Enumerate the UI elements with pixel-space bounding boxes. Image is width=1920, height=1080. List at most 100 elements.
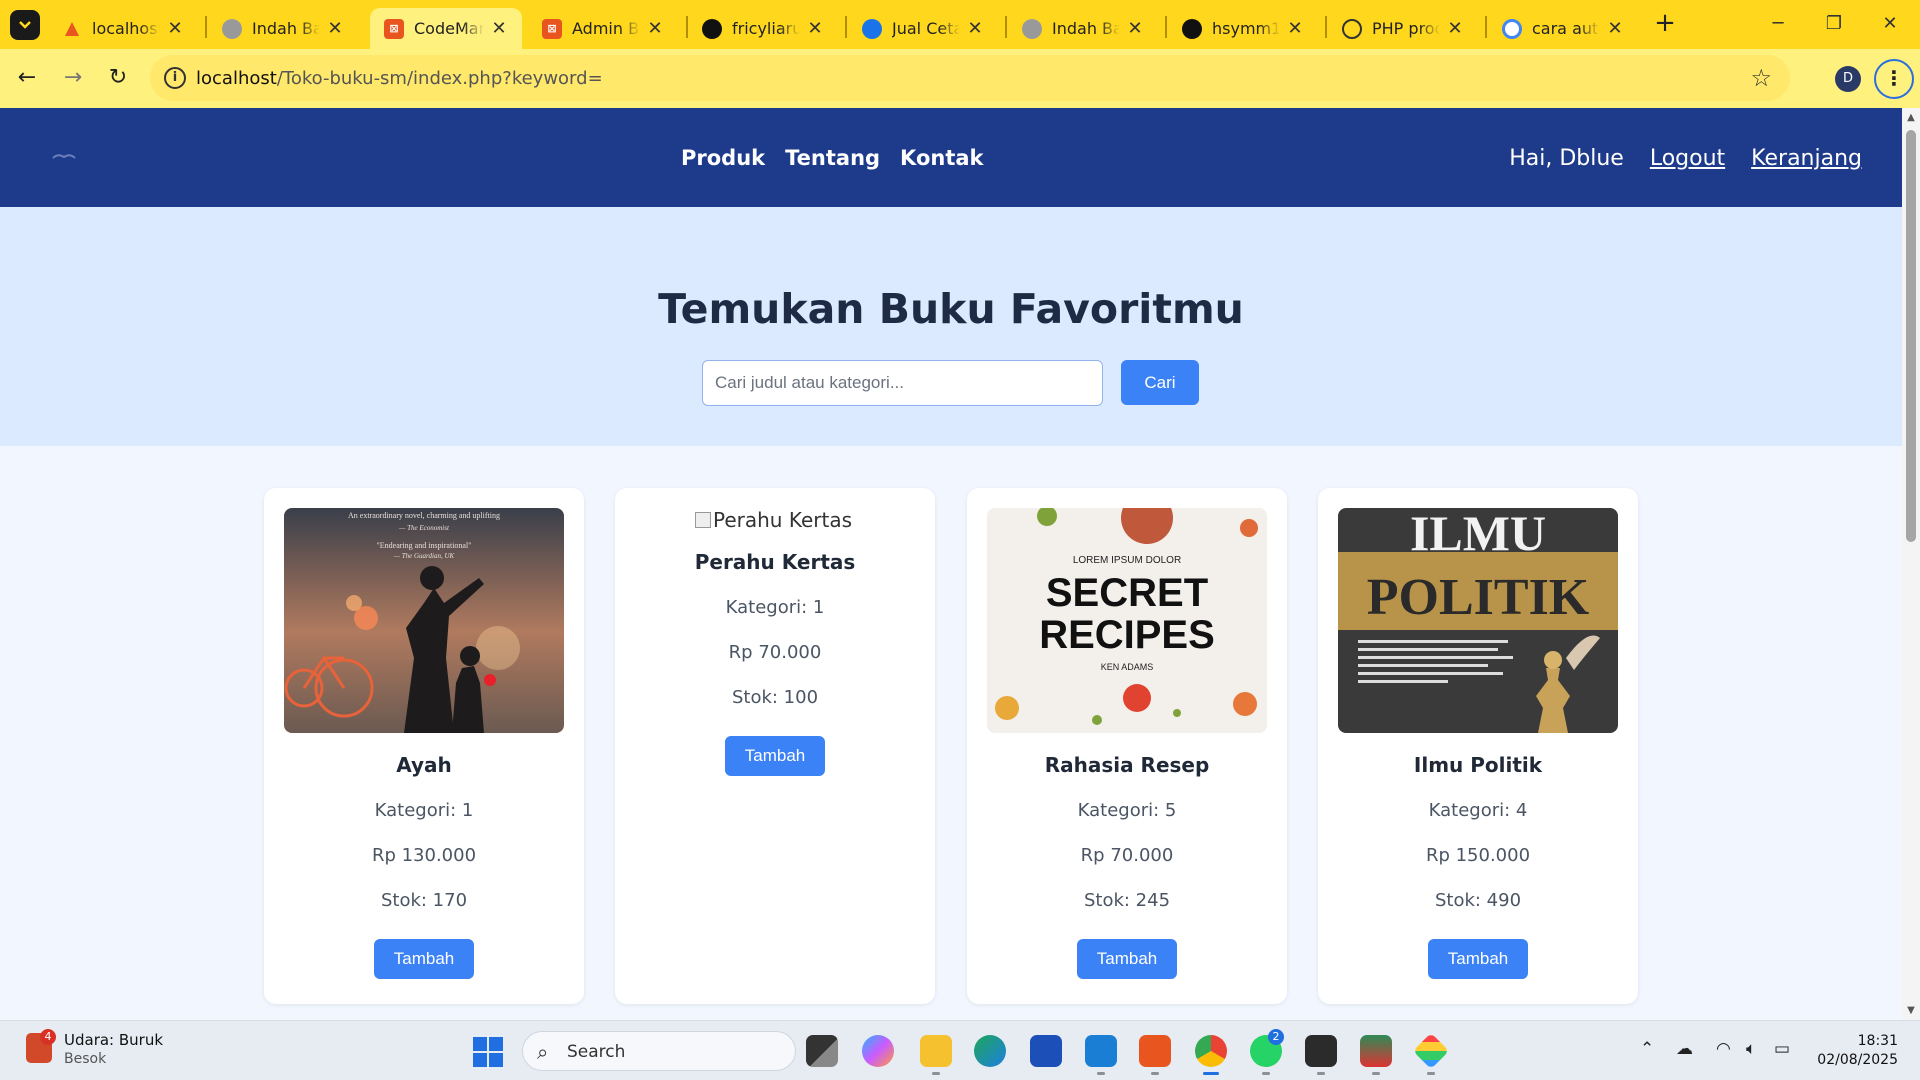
add-to-cart-button[interactable]: Tambah <box>374 939 474 979</box>
close-window-button[interactable]: ✕ <box>1862 8 1918 40</box>
close-icon[interactable]: ✕ <box>1606 18 1624 39</box>
address-bar[interactable]: i localhost/Toko-buku-sm/index.php?keywo… <box>150 55 1790 101</box>
close-icon[interactable]: ✕ <box>646 18 664 39</box>
broken-image-icon <box>695 512 711 528</box>
terminal-icon[interactable] <box>1305 1035 1337 1067</box>
wifi-icon[interactable]: ◠ <box>1716 1039 1731 1059</box>
tab-github-hsymm10[interactable]: hsymm10/ ✕ <box>1168 8 1318 49</box>
edge-icon[interactable] <box>974 1035 1006 1067</box>
cover-text-author: KEN ADAMS <box>1101 662 1154 672</box>
close-icon[interactable]: ✕ <box>1286 18 1304 39</box>
cover-text-line1: ILMU <box>1410 508 1546 561</box>
nav-link-kontak[interactable]: Kontak <box>900 146 983 170</box>
reload-icon[interactable]: ↻ <box>103 63 133 93</box>
product-title[interactable]: Ilmu Politik <box>1318 753 1638 777</box>
app-active-indicator <box>1203 1072 1219 1075</box>
add-to-cart-button[interactable]: Tambah <box>725 736 825 776</box>
new-tab-button[interactable]: + <box>1650 8 1680 38</box>
site-navbar: Produk Tentang Kontak Hai, Dblue Logout … <box>0 108 1902 207</box>
system-clock[interactable]: 18:31 02/08/2025 <box>1817 1032 1898 1070</box>
svg-text:"Endearing and inspirational": "Endearing and inspirational" <box>377 541 472 550</box>
book-cover-ayah: An extraordinary novel, charming and upl… <box>284 508 564 733</box>
tab-search-menu-button[interactable] <box>10 10 40 40</box>
address-bar-url[interactable]: localhost/Toko-buku-sm/index.php?keyword… <box>196 68 603 89</box>
product-title[interactable]: Perahu Kertas <box>615 550 935 574</box>
clock-time: 18:31 <box>1857 1033 1898 1049</box>
search-icon: ⌕ <box>537 1040 549 1064</box>
bookmark-star-icon[interactable]: ☆ <box>1750 64 1772 92</box>
close-icon[interactable]: ✕ <box>806 18 824 39</box>
close-icon[interactable]: ✕ <box>1446 18 1464 39</box>
browser-menu-kebab-icon[interactable]: ⋮ <box>1874 59 1914 99</box>
taskbar-search[interactable]: ⌕ Search <box>522 1031 796 1071</box>
close-icon[interactable]: ✕ <box>1126 18 1144 39</box>
microsoft-store-icon[interactable] <box>1030 1035 1062 1067</box>
close-icon[interactable]: ✕ <box>326 18 344 39</box>
close-icon[interactable]: ✕ <box>966 18 984 39</box>
hero-section: Temukan Buku Favoritmu Cari <box>0 207 1902 446</box>
chrome-icon[interactable] <box>1195 1035 1227 1067</box>
design-app-icon[interactable] <box>1412 1032 1450 1070</box>
search-input[interactable] <box>702 360 1103 406</box>
tab-indah-bakery-2[interactable]: Indah Bake ✕ <box>1008 8 1158 49</box>
browser-toolbar: ← → ↻ i localhost/Toko-buku-sm/index.php… <box>0 49 1920 108</box>
add-to-cart-button[interactable]: Tambah <box>1077 939 1177 979</box>
xampp-icon[interactable] <box>1139 1035 1171 1067</box>
add-to-cart-button[interactable]: Tambah <box>1428 939 1528 979</box>
copilot-icon[interactable] <box>862 1035 894 1067</box>
forward-arrow-icon[interactable]: → <box>58 63 88 93</box>
app-running-indicator <box>1317 1072 1325 1075</box>
app-running-indicator <box>1097 1072 1105 1075</box>
product-title[interactable]: Rahasia Resep <box>967 753 1287 777</box>
tab-jual-cetak[interactable]: Jual Cetak ✕ <box>848 8 998 49</box>
windows-start-icon[interactable] <box>473 1037 503 1067</box>
tab-google-search[interactable]: cara auto s ✕ <box>1488 8 1638 49</box>
tab-separator <box>845 16 847 38</box>
nav-user-area: Hai, Dblue Logout Keranjang <box>1509 146 1862 171</box>
tab-admin-buku[interactable]: ⊠ Admin Buk ✕ <box>528 8 678 49</box>
page-scrollbar[interactable]: ▲ ▼ <box>1902 108 1920 1020</box>
site-logo[interactable] <box>52 152 76 160</box>
tab-codemart-active[interactable]: ⊠ CodeMart ✕ <box>370 8 522 49</box>
nav-link-tentang[interactable]: Tentang <box>785 146 880 170</box>
close-icon[interactable]: ✕ <box>490 18 508 39</box>
url-host: localhost <box>196 68 277 89</box>
chevron-up-icon[interactable]: ⌃ <box>1640 1039 1654 1059</box>
onedrive-icon[interactable]: ☁ <box>1676 1039 1693 1059</box>
tab-php-produk[interactable]: PHP produ ✕ <box>1328 8 1478 49</box>
minimize-button[interactable]: ─ <box>1750 8 1806 40</box>
scroll-up-arrow-icon[interactable]: ▲ <box>1902 112 1920 123</box>
svg-text:— The Guardian, UK: — The Guardian, UK <box>393 552 455 560</box>
search-button[interactable]: Cari <box>1121 360 1199 405</box>
product-price: Rp 130.000 <box>371 845 477 866</box>
task-view-icon[interactable] <box>806 1035 838 1067</box>
tab-title: Indah Bake <box>1052 19 1120 38</box>
close-icon[interactable]: ✕ <box>166 18 184 39</box>
back-arrow-icon[interactable]: ← <box>12 63 42 93</box>
cover-text-top: LOREM IPSUM DOLOR <box>1073 555 1181 566</box>
tab-separator <box>1485 16 1487 38</box>
product-title[interactable]: Ayah <box>264 753 584 777</box>
site-info-icon[interactable]: i <box>164 67 186 89</box>
cart-link[interactable]: Keranjang <box>1751 146 1862 171</box>
app-running-indicator <box>1151 1072 1159 1075</box>
product-stock: Stok: 490 <box>1434 890 1522 911</box>
battery-icon[interactable]: ▭ <box>1774 1039 1790 1059</box>
volume-icon[interactable]: 🔈︎ <box>1746 1039 1756 1059</box>
nav-link-produk[interactable]: Produk <box>681 146 765 170</box>
logout-link[interactable]: Logout <box>1650 146 1725 171</box>
git-tool-icon[interactable] <box>1360 1035 1392 1067</box>
product-category: Kategori: 1 <box>725 597 825 618</box>
scroll-down-arrow-icon[interactable]: ▼ <box>1902 1005 1920 1016</box>
vscode-icon[interactable] <box>1085 1035 1117 1067</box>
scrollbar-thumb[interactable] <box>1906 130 1916 542</box>
restore-button[interactable]: ❐ <box>1806 8 1862 40</box>
tab-localhost[interactable]: localhost / ✕ <box>48 8 198 49</box>
cover-alt-text: Perahu Kertas <box>713 508 853 532</box>
file-explorer-icon[interactable] <box>920 1035 952 1067</box>
tab-indah-bakery[interactable]: Indah Bake ✕ <box>208 8 358 49</box>
book-cover-ilmu-politik: ILMU POLITIK <box>1338 508 1618 733</box>
cover-text-line1: SECRET <box>1046 571 1208 615</box>
profile-avatar[interactable]: D <box>1835 66 1861 92</box>
tab-github-fricyliarusd[interactable]: fricyliarusd ✕ <box>688 8 838 49</box>
